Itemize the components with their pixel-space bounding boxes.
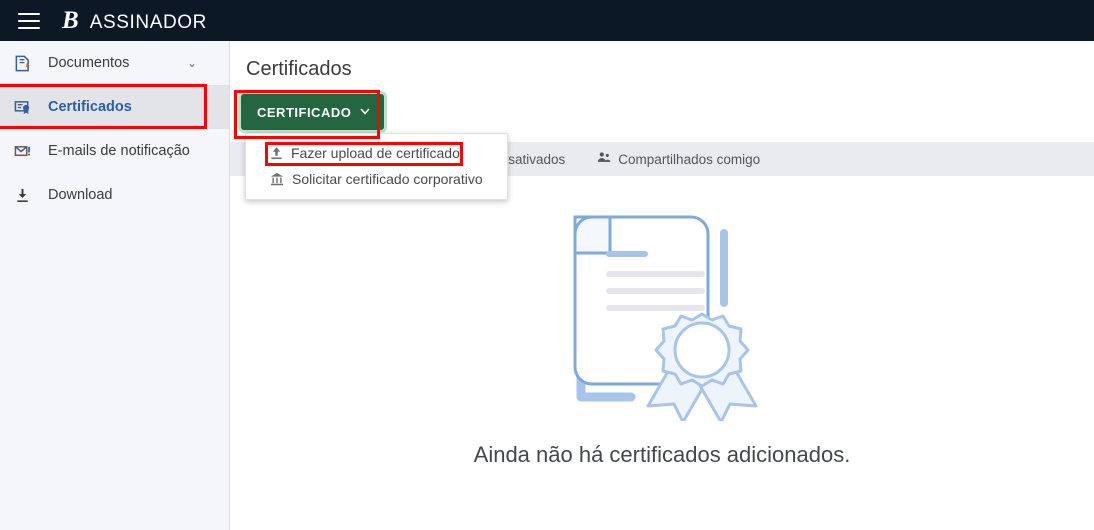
sidebar-item-label: Certificados	[48, 99, 132, 115]
certificado-button-label: CERTIFICADO	[257, 104, 352, 120]
sidebar-item-certificados[interactable]: Certificados	[0, 85, 229, 129]
brand-mark-icon: B	[62, 6, 79, 34]
sidebar-item-download[interactable]: Download	[0, 173, 229, 217]
certificado-dropdown-menu: Fazer upload de certificado Solicitar ce…	[245, 133, 508, 200]
download-icon	[14, 187, 40, 204]
chevron-down-icon	[360, 106, 370, 118]
certificado-dropdown-button[interactable]: CERTIFICADO	[241, 94, 385, 130]
main-content: Certificados Desativados Compartilhados …	[230, 41, 1094, 530]
menu-item-solicitar-certificado-corporativo[interactable]: Solicitar certificado corporativo	[246, 166, 507, 192]
sidebar-item-emails-notificacao[interactable]: E-mails de notificação	[0, 129, 229, 173]
chevron-down-icon: ⌄	[186, 56, 197, 70]
top-header-bar: B ASSINADOR	[0, 0, 1094, 41]
page-title: Certificados	[246, 58, 352, 80]
menu-item-label: Fazer upload de certificado	[291, 145, 460, 161]
sidebar-nav: Documentos ⌄ Certificados E-mails de not…	[0, 41, 230, 530]
empty-state-message: Ainda não há certificados adicionados.	[473, 442, 851, 467]
bank-icon	[270, 172, 284, 186]
certificate-icon	[14, 99, 40, 116]
hamburger-menu-icon[interactable]	[18, 12, 40, 29]
menu-item-label: Solicitar certificado corporativo	[292, 171, 483, 187]
sidebar-item-documentos[interactable]: Documentos ⌄	[0, 41, 229, 85]
sidebar-item-label: E-mails de notificação	[48, 143, 190, 159]
brand-name-label: ASSINADOR	[89, 11, 208, 33]
brand-logo: B ASSINADOR	[62, 8, 207, 34]
upload-icon	[270, 146, 283, 160]
mail-alert-icon	[14, 143, 40, 160]
sidebar-item-label: Documentos	[48, 55, 130, 71]
sidebar-item-label: Download	[48, 187, 113, 203]
app-root: B ASSINADOR Documentos ⌄ Certificados E-…	[0, 0, 1094, 530]
empty-state: Ainda não há certificados adicionados.	[230, 191, 1094, 468]
tab-compartilhados-comigo[interactable]: Compartilhados comigo	[581, 142, 776, 176]
menu-item-fazer-upload-de-certificado[interactable]: Fazer upload de certificado	[246, 140, 507, 166]
people-icon	[597, 151, 611, 167]
tab-label: Compartilhados comigo	[618, 151, 761, 167]
document-pen-icon	[14, 55, 40, 72]
certificate-scroll-illustration	[551, 191, 773, 426]
